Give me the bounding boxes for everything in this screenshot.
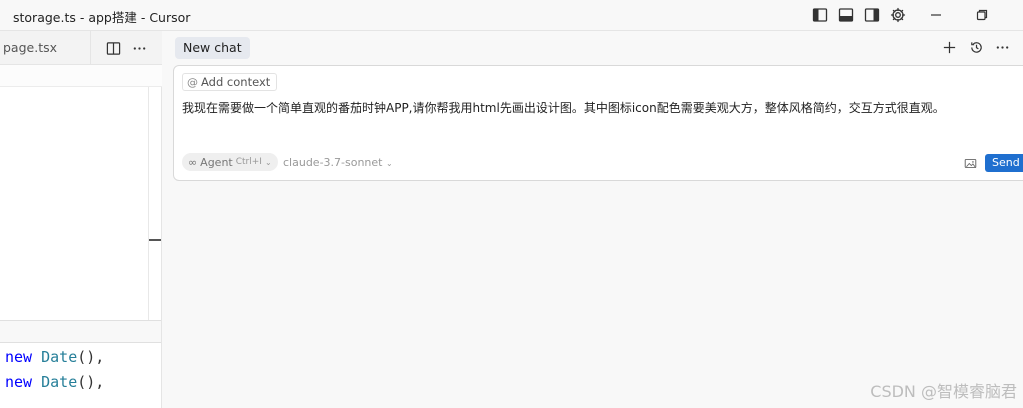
editor-tabs: page.tsx (0, 31, 162, 65)
title-bar: storage.ts - app搭建 - Cursor (0, 0, 1023, 31)
plus-icon[interactable] (940, 38, 958, 56)
minimize-icon[interactable] (927, 6, 945, 24)
code-keyword: new (5, 373, 33, 391)
infinity-icon: ∞ (188, 155, 198, 169)
tab-divider (90, 31, 91, 65)
tab-page-tsx[interactable]: page.tsx (3, 40, 57, 55)
chevron-down-icon: ⌄ (385, 159, 393, 168)
agent-shortcut: Ctrl+I (235, 157, 262, 167)
toggle-secondary-sidebar-icon[interactable] (863, 6, 881, 24)
breadcrumb (0, 65, 162, 87)
chat-panel: New chat @ Add context 我现在需要做一个简单直观的番茄时钟… (162, 31, 1023, 408)
prompt-input[interactable]: 我现在需要做一个简单直观的番茄时钟APP,请你帮我用html先画出设计图。其中图… (182, 99, 1023, 116)
model-label: claude-3.7-sonnet (283, 156, 383, 169)
watermark: CSDN @智模睿脑君 (870, 382, 1017, 401)
scroll-indicator[interactable] (149, 239, 161, 241)
toggle-panel-icon[interactable] (837, 6, 855, 24)
image-icon[interactable] (962, 155, 978, 171)
restore-icon[interactable] (973, 6, 991, 24)
code-punct: (), (77, 373, 105, 391)
panel-strip (0, 321, 161, 343)
chat-composer[interactable]: @ Add context 我现在需要做一个简单直观的番茄时钟APP,请你帮我用… (173, 65, 1023, 181)
send-button[interactable]: Send (985, 154, 1023, 172)
code-line: new Date(), (5, 348, 104, 366)
gear-icon[interactable] (889, 6, 907, 24)
model-selector[interactable]: claude-3.7-sonnet ⌄ (283, 156, 393, 169)
at-icon: @ (187, 75, 198, 89)
add-context-button[interactable]: @ Add context (182, 73, 278, 91)
split-editor-icon[interactable] (104, 39, 122, 57)
chevron-down-icon: ⌄ (264, 157, 272, 167)
code-class: Date (41, 348, 78, 366)
toggle-primary-sidebar-icon[interactable] (811, 6, 829, 24)
more-icon[interactable] (993, 38, 1011, 56)
code-class: Date (41, 373, 78, 391)
add-context-label: Add context (201, 75, 271, 89)
agent-mode-selector[interactable]: ∞ Agent Ctrl+I ⌄ (182, 153, 278, 171)
code-punct: (), (77, 348, 105, 366)
history-icon[interactable] (967, 38, 985, 56)
code-area[interactable]: new Date(), new Date(), (0, 343, 161, 408)
code-keyword: new (5, 348, 33, 366)
more-actions-icon[interactable] (130, 39, 148, 57)
tab-new-chat[interactable]: New chat (175, 37, 250, 59)
editor-column: page.tsx new Date(), new Date(), (0, 31, 162, 408)
agent-label: Agent (200, 155, 233, 169)
code-line: new Date(), (5, 373, 104, 391)
window-title: storage.ts - app搭建 - Cursor (13, 10, 191, 25)
send-label: Send (992, 156, 1020, 169)
editor-area[interactable] (0, 87, 161, 320)
